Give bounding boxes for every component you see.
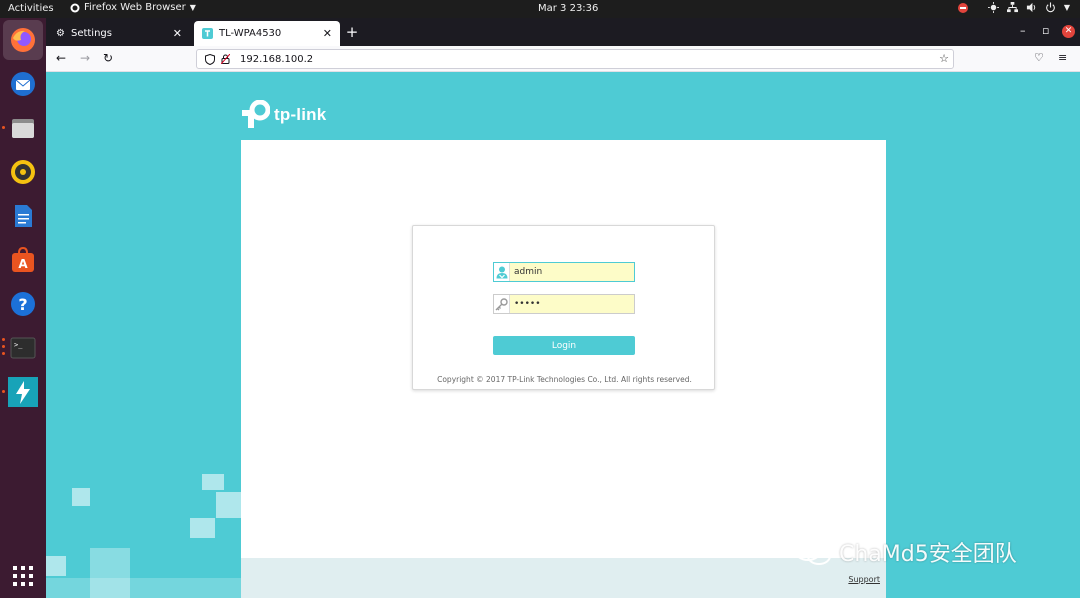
password-input[interactable]	[510, 295, 634, 313]
deco-square	[46, 556, 66, 576]
system-tray[interactable]: ▼	[957, 2, 1070, 13]
running-indicator	[2, 345, 5, 348]
deco-square	[190, 518, 215, 538]
password-field	[493, 294, 635, 314]
bookmark-star-icon[interactable]: ☆	[939, 52, 949, 65]
reload-button[interactable]: ↻	[103, 51, 113, 65]
copyright-text: Copyright © 2017 TP-Link Technologies Co…	[437, 375, 692, 384]
activities-button[interactable]: Activities	[8, 3, 54, 14]
card-footer: Support	[241, 558, 886, 598]
chevron-down-icon: ▼	[189, 3, 196, 12]
menu-icon[interactable]: ≡	[1058, 51, 1067, 64]
running-indicator	[2, 126, 5, 129]
firefox-small-icon	[70, 3, 80, 12]
login-card: Login Copyright © 2017 TP-Link Technolog…	[241, 140, 886, 598]
chevron-down-icon: ▼	[1063, 3, 1070, 12]
login-panel: Login Copyright © 2017 TP-Link Technolog…	[412, 225, 715, 390]
app-menu[interactable]: Firefox Web Browser ▼	[70, 2, 196, 13]
running-indicator	[2, 390, 5, 393]
deco-square	[216, 492, 241, 518]
show-apps-icon[interactable]	[7, 560, 39, 592]
minimize-button[interactable]: –	[1020, 24, 1026, 37]
deco-band	[46, 578, 241, 598]
tab-settings[interactable]: ⚙ Settings ✕	[48, 21, 190, 46]
close-window-button[interactable]: ✕	[1062, 25, 1075, 38]
forward-button[interactable]: →	[80, 51, 90, 65]
firefox-icon[interactable]	[3, 20, 43, 60]
wechat-icon	[794, 539, 831, 565]
brightness-icon	[987, 2, 999, 13]
svg-text:A: A	[18, 257, 28, 271]
new-tab-button[interactable]: +	[342, 23, 362, 41]
brand-wordmark: tp-link	[274, 105, 327, 124]
clock[interactable]: Mar 3 23:36	[538, 3, 598, 14]
login-button[interactable]: Login	[493, 336, 635, 355]
svg-text:?: ?	[18, 295, 27, 314]
app-name: Firefox Web Browser	[84, 2, 186, 13]
writer-icon[interactable]	[7, 200, 39, 232]
svg-text:>_: >_	[14, 341, 23, 349]
rhythmbox-icon[interactable]	[7, 156, 39, 188]
close-tab-icon[interactable]: ✕	[323, 27, 332, 40]
username-input[interactable]	[510, 263, 634, 281]
terminal-icon[interactable]: >_	[7, 332, 39, 364]
ubuntu-dock: A ? >_	[0, 18, 46, 598]
tplink-logo-icon	[242, 100, 270, 128]
support-link[interactable]: Support	[848, 575, 880, 584]
running-indicator	[2, 338, 5, 341]
url-text: 192.168.100.2	[240, 53, 314, 65]
back-button[interactable]: ←	[56, 51, 66, 65]
tplink-favicon-icon	[202, 28, 213, 39]
files-icon[interactable]	[7, 112, 39, 144]
user-icon	[494, 263, 510, 281]
page-content: tp-link Login Copyright © 2017 TP-Link T…	[46, 72, 1080, 598]
gnome-top-bar: Activities Firefox Web Browser ▼ Mar 3 2…	[0, 0, 1080, 18]
lock-icon[interactable]	[221, 54, 230, 64]
tab-strip: ⚙ Settings ✕ TL-WPA4530 ✕ + – ▫ ✕	[46, 18, 1080, 46]
software-icon[interactable]: A	[7, 244, 39, 276]
watermark-text: ChaMd5安全团队	[839, 542, 1017, 567]
deco-square	[202, 474, 224, 490]
pocket-icon[interactable]: ♡	[1034, 51, 1044, 64]
app-icon[interactable]	[7, 376, 39, 408]
tplink-logo: tp-link	[240, 100, 326, 130]
volume-icon	[1026, 2, 1036, 13]
tab-label: TL-WPA4530	[219, 28, 282, 39]
gear-icon: ⚙	[56, 28, 65, 39]
url-bar[interactable]: 192.168.100.2 ☆	[196, 49, 954, 69]
shield-icon[interactable]	[205, 53, 215, 65]
restore-button[interactable]: ▫	[1042, 24, 1049, 37]
nav-bar: ← → ↻ 192.168.100.2 ☆ ♡ ≡	[46, 46, 1080, 72]
key-icon	[494, 295, 510, 313]
username-field	[493, 262, 635, 282]
tab-tl-wpa4530[interactable]: TL-WPA4530 ✕	[194, 21, 340, 46]
tab-label: Settings	[70, 28, 112, 39]
running-indicator	[2, 352, 5, 355]
help-icon[interactable]: ?	[7, 288, 39, 320]
deco-square	[72, 488, 90, 506]
watermark: ChaMd5安全团队	[793, 536, 1017, 568]
power-icon	[1045, 2, 1055, 13]
thunderbird-icon[interactable]	[7, 68, 39, 100]
close-tab-icon[interactable]: ✕	[173, 27, 182, 40]
network-icon	[1006, 2, 1018, 13]
do-not-disturb-icon[interactable]	[957, 2, 968, 13]
